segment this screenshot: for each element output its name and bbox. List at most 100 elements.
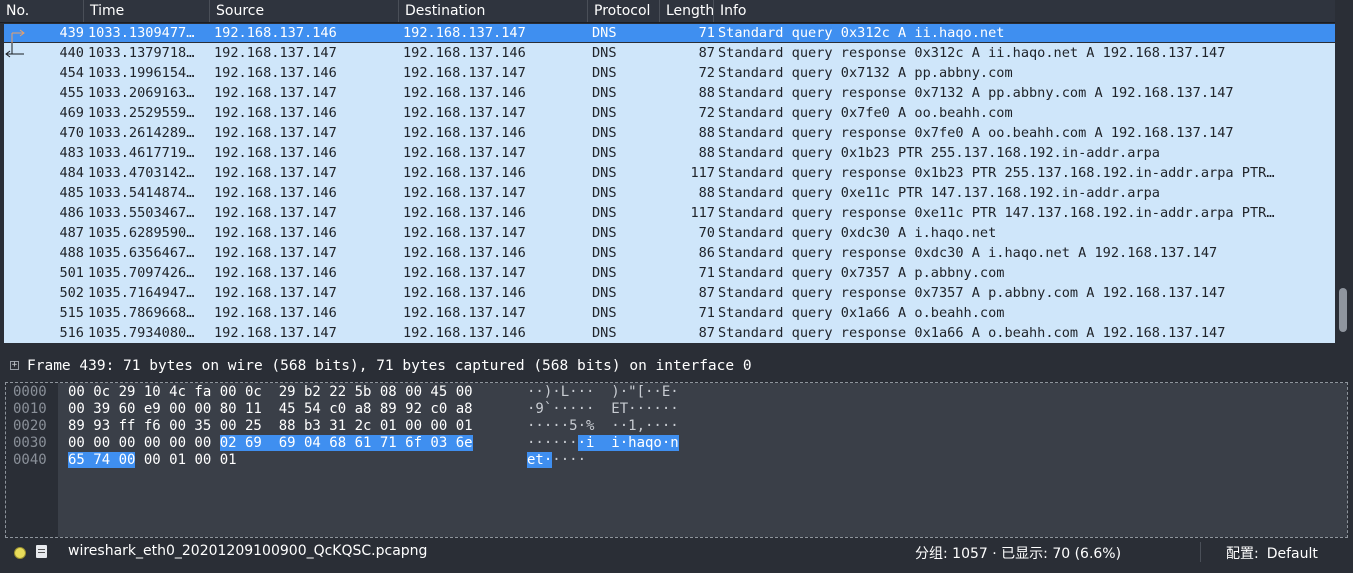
packet-info: Standard query response 0x7fe0 A oo.beah… [718, 125, 1234, 141]
packet-destination: 192.168.137.147 [403, 25, 526, 41]
column-header-protocol[interactable]: Protocol [588, 0, 660, 22]
packet-length: 70 [698, 225, 715, 241]
expert-info-icon[interactable] [14, 547, 26, 559]
packet-time: 1035.6356467… [88, 245, 195, 261]
packet-source: 192.168.137.146 [214, 25, 337, 41]
packet-source: 192.168.137.146 [214, 225, 337, 241]
ascii-line[interactable]: ··)·L··· )·"[··E· [527, 384, 679, 401]
packet-destination: 192.168.137.146 [403, 205, 526, 221]
packet-row[interactable]: 439 1033.1309477… 192.168.137.146 192.168.1… [4, 24, 1335, 44]
packet-source: 192.168.137.147 [214, 245, 337, 261]
ascii-text: ···· [552, 452, 587, 468]
expand-tree-icon[interactable]: + [10, 361, 19, 370]
hex-bytes-line[interactable]: 00 00 00 00 00 00 02 69 69 04 68 61 71 6… [68, 435, 473, 452]
packet-row[interactable]: 502 1035.7164947… 192.168.137.147 192.168.1… [4, 283, 1335, 303]
related-response-icon [5, 43, 24, 58]
profile-value: Default [1266, 546, 1318, 562]
column-header-time[interactable]: Time [84, 0, 210, 22]
packet-time: 1033.4617719… [88, 145, 195, 161]
packet-row[interactable]: 470 1033.2614289… 192.168.137.147 192.168.1… [4, 123, 1335, 143]
column-header-source[interactable]: Source [210, 0, 399, 22]
packet-row[interactable]: 455 1033.2069163… 192.168.137.147 192.168.1… [4, 83, 1335, 103]
packet-length: 87 [698, 285, 715, 301]
packet-protocol: DNS [592, 185, 617, 201]
packet-time: 1035.7164947… [88, 285, 195, 301]
scrollbar-thumb[interactable] [1339, 288, 1347, 332]
packet-protocol: DNS [592, 125, 617, 141]
packet-time: 1033.5414874… [88, 185, 195, 201]
packet-list-scrollbar[interactable] [1335, 0, 1353, 346]
packet-protocol: DNS [592, 45, 617, 61]
ascii-line[interactable]: ·······i i·haqo·n [527, 435, 679, 452]
hex-bytes: 00 01 00 01 [135, 452, 237, 468]
packet-source: 192.168.137.147 [214, 205, 337, 221]
hex-bytes-line[interactable]: 89 93 ff f6 00 35 00 25 88 b3 31 2c 01 0… [68, 418, 473, 435]
packet-row[interactable]: 501 1035.7097426… 192.168.137.146 192.168.1… [4, 263, 1335, 283]
packet-info: Standard query 0x1a66 A o.beahh.com [718, 305, 1005, 321]
ascii-line[interactable]: ·9`····· ET······ [527, 401, 679, 418]
packet-row[interactable]: 485 1033.5414874… 192.168.137.146 192.168.1… [4, 183, 1335, 203]
profile-switcher[interactable]: 配置: Default [1226, 543, 1318, 563]
packet-source: 192.168.137.147 [214, 45, 337, 61]
packet-count-stats: 分组: 1057 · 已显示: 70 (6.6%) [915, 546, 1122, 562]
packet-row[interactable]: 487 1035.6289590… 192.168.137.146 192.168.1… [4, 223, 1335, 243]
packet-info: Standard query response 0x7357 A p.abbny… [718, 285, 1226, 301]
packet-row[interactable]: 454 1033.1996154… 192.168.137.146 192.168.1… [4, 63, 1335, 83]
packet-info: Standard query response 0x1b23 PTR 255.1… [718, 165, 1275, 181]
packet-row[interactable]: 486 1033.5503467… 192.168.137.147 192.168.1… [4, 203, 1335, 223]
packet-length: 88 [698, 185, 715, 201]
packet-protocol: DNS [592, 145, 617, 161]
packet-length: 88 [698, 85, 715, 101]
hex-bytes-line[interactable]: 00 0c 29 10 4c fa 00 0c 29 b2 22 5b 08 0… [68, 384, 473, 401]
byte-offset: 0020 [13, 418, 47, 434]
status-divider [1200, 542, 1201, 562]
packet-row[interactable]: 484 1033.4703142… 192.168.137.147 192.168.1… [4, 163, 1335, 183]
packet-rows: 439 1033.1309477… 192.168.137.146 192.168.1… [4, 23, 1335, 343]
packet-protocol: DNS [592, 85, 617, 101]
packet-row[interactable]: 440 1033.1379718… 192.168.137.147 192.168.1… [4, 43, 1335, 63]
packet-row[interactable]: 469 1033.2529559… 192.168.137.146 192.168.1… [4, 103, 1335, 123]
byte-offset: 0040 [13, 452, 47, 468]
packet-length: 117 [690, 165, 715, 181]
packet-destination: 192.168.137.147 [403, 225, 526, 241]
packet-protocol: DNS [592, 25, 617, 41]
packet-row[interactable]: 488 1035.6356467… 192.168.137.147 192.168.1… [4, 243, 1335, 263]
packet-info: Standard query 0x312c A ii.haqo.net [718, 25, 1005, 41]
column-header-destination[interactable]: Destination [399, 0, 588, 22]
packet-destination: 192.168.137.147 [403, 145, 526, 161]
packet-number: 484 [59, 165, 84, 181]
packet-source: 192.168.137.146 [214, 105, 337, 121]
hex-bytes-line[interactable]: 00 39 60 e9 00 00 80 11 45 54 c0 a8 89 9… [68, 401, 473, 418]
profile-label: 配置: [1226, 546, 1259, 562]
packet-info: Standard query 0xe11c PTR 147.137.168.19… [718, 185, 1160, 201]
packet-row[interactable]: 516 1035.7934080… 192.168.137.147 192.168.1… [4, 323, 1335, 343]
packet-source: 192.168.137.146 [214, 185, 337, 201]
capture-comment-icon[interactable] [36, 545, 47, 558]
packet-bytes-pane[interactable]: 0000 0010 0020 0030 0040 00 0c 29 10 4c fa 0… [5, 382, 1348, 538]
related-request-icon [11, 29, 25, 44]
packet-destination: 192.168.137.146 [403, 325, 526, 341]
packet-protocol: DNS [592, 165, 617, 181]
packet-destination: 192.168.137.147 [403, 305, 526, 321]
hex-bytes-line[interactable]: 65 74 00 00 01 00 01 [68, 452, 237, 469]
packet-source: 192.168.137.146 [214, 265, 337, 281]
frame-summary-item[interactable]: Frame 439: 71 bytes on wire (568 bits), … [27, 356, 752, 376]
packet-time: 1035.6289590… [88, 225, 195, 241]
ascii-highlighted: et· [527, 452, 553, 468]
packet-protocol: DNS [592, 205, 617, 221]
packet-number: 483 [59, 145, 84, 161]
column-header-length[interactable]: Length [660, 0, 714, 22]
packet-row[interactable]: 483 1033.4617719… 192.168.137.146 192.168.1… [4, 143, 1335, 163]
packet-length: 72 [698, 65, 715, 81]
packet-protocol: DNS [592, 105, 617, 121]
packet-time: 1033.2614289… [88, 125, 195, 141]
packet-list[interactable]: No. Time Source Destination Protocol Len… [0, 0, 1353, 346]
ascii-line[interactable]: et····· [527, 452, 586, 469]
packet-destination: 192.168.137.147 [403, 265, 526, 281]
packet-destination: 192.168.137.146 [403, 285, 526, 301]
column-header-info[interactable]: Info [714, 0, 1335, 22]
ascii-line[interactable]: ·····5·% ··1,···· [527, 418, 679, 435]
packet-length: 71 [698, 305, 715, 321]
packet-row[interactable]: 515 1035.7869668… 192.168.137.146 192.168.1… [4, 303, 1335, 323]
column-header-no[interactable]: No. [0, 0, 84, 22]
